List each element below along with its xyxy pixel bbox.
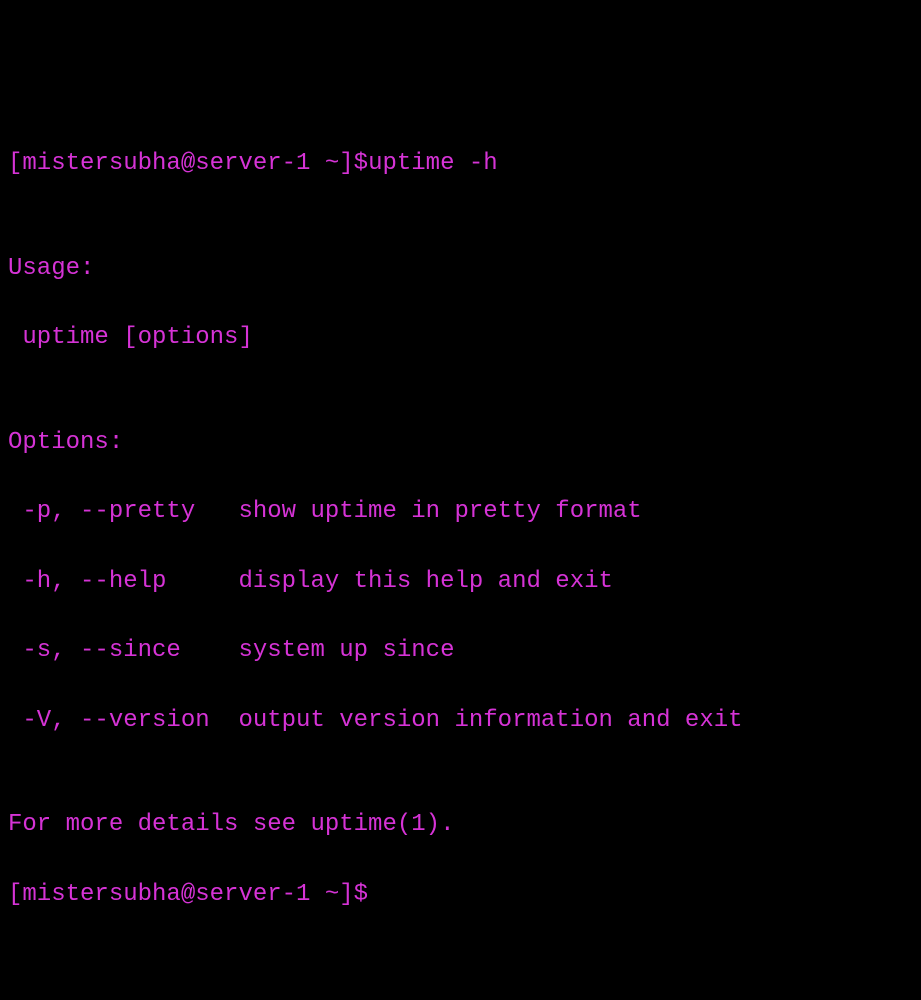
option-help: -h, --help display this help and exit bbox=[8, 565, 913, 600]
entered-command: uptime -h bbox=[368, 150, 498, 177]
shell-prompt: [mistersubha@server-1 ~]$ bbox=[8, 881, 368, 908]
options-header: Options: bbox=[8, 426, 913, 461]
shell-prompt: [mistersubha@server-1 ~]$ bbox=[8, 150, 368, 177]
option-pretty: -p, --pretty show uptime in pretty forma… bbox=[8, 495, 913, 530]
option-since: -s, --since system up since bbox=[8, 634, 913, 669]
usage-line: uptime [options] bbox=[8, 321, 913, 356]
terminal-line-prompt-2[interactable]: [mistersubha@server-1 ~]$ bbox=[8, 878, 913, 913]
usage-header: Usage: bbox=[8, 252, 913, 287]
footer-line: For more details see uptime(1). bbox=[8, 808, 913, 843]
terminal-line-prompt-1: [mistersubha@server-1 ~]$uptime -h bbox=[8, 147, 913, 182]
option-version: -V, --version output version information… bbox=[8, 704, 913, 739]
